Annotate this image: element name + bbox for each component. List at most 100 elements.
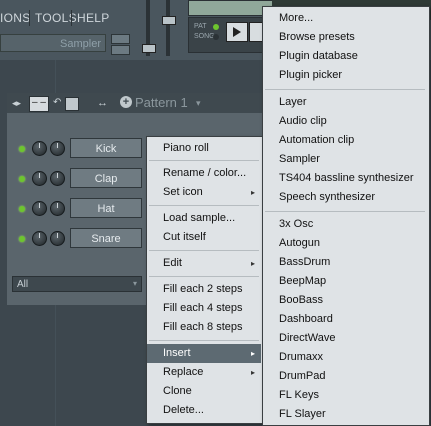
menu-item-automation-clip[interactable]: Automation clip — [263, 131, 427, 150]
submenu-arrow-icon: ▸ — [250, 349, 255, 358]
menu-item-label: DrumPad — [279, 370, 326, 382]
menu-item-label: Rename / color... — [163, 167, 247, 179]
channel-button[interactable]: Hat — [70, 198, 142, 218]
menu-item-label: Plugin picker — [279, 69, 342, 81]
chevron-down-icon[interactable]: ▾ — [196, 95, 201, 111]
pattern-selector[interactable]: Pattern 1 — [135, 95, 188, 111]
menu-item-fill-8-steps[interactable]: Fill each 8 steps — [147, 318, 261, 337]
channel-volume-knob[interactable] — [32, 201, 47, 216]
graph-editor-icon[interactable] — [65, 97, 79, 111]
menu-item-label: Delete... — [163, 404, 204, 416]
menu-item-fl-keys[interactable]: FL Keys — [263, 386, 427, 405]
menu-item-label: Layer — [279, 96, 307, 108]
menu-item-drumpad[interactable]: DrumPad — [263, 367, 427, 386]
menu-item-3x-osc[interactable]: 3x Osc — [263, 215, 427, 234]
menu-item-label: Load sample... — [163, 212, 236, 224]
menu-item-drumaxx[interactable]: Drumaxx — [263, 348, 427, 367]
channel-button[interactable]: Kick — [70, 138, 142, 158]
master-volume-slider[interactable] — [142, 44, 156, 53]
undo-icon[interactable]: ↶ — [53, 97, 63, 109]
hint-field: Sampler — [0, 34, 106, 52]
menu-item-fill-4-steps[interactable]: Fill each 4 steps — [147, 299, 261, 318]
menu-item-directwave[interactable]: DirectWave — [263, 329, 427, 348]
master-pitch-track — [166, 0, 170, 56]
menu-item-more[interactable]: More... — [263, 9, 427, 28]
menu-item-audio-clip[interactable]: Audio clip — [263, 112, 427, 131]
menu-item-beepmap[interactable]: BeepMap — [263, 272, 427, 291]
song-mode-label[interactable]: SONG — [194, 33, 215, 40]
channel-pan-knob[interactable] — [50, 201, 65, 216]
menu-item-label: BooBass — [279, 294, 324, 306]
menu-item-load-sample[interactable]: Load sample... — [147, 209, 261, 228]
menu-item-plugin-database[interactable]: Plugin database — [263, 47, 427, 66]
pat-mode-led[interactable] — [213, 24, 219, 30]
menu-item-autogun[interactable]: Autogun — [263, 234, 427, 253]
menu-item-bassdrum[interactable]: BassDrum — [263, 253, 427, 272]
chevron-down-icon[interactable]: ▾ — [133, 276, 137, 292]
menu-options[interactable]: IONS — [0, 8, 31, 28]
menu-item-layer[interactable]: Layer — [263, 93, 427, 112]
menu-item-clone[interactable]: Clone — [147, 382, 261, 401]
resize-arrows-icon[interactable]: ↔ — [97, 97, 111, 109]
song-mode-led[interactable] — [213, 34, 219, 40]
menu-item-label: Dashboard — [279, 313, 333, 325]
menu-item-fl-slayer[interactable]: FL Slayer — [263, 405, 427, 424]
add-pattern-icon[interactable]: + — [120, 96, 132, 108]
menu-item-label: Plugin database — [279, 50, 358, 62]
menu-item-label: Fill each 2 steps — [163, 283, 243, 295]
menu-help[interactable]: HELP — [77, 8, 110, 28]
fl-studio-window: IONS TOOLS HELP Sampler PAT SONG ◂▸ – – … — [0, 0, 431, 426]
mini-button[interactable] — [111, 45, 130, 55]
menu-item-label: More... — [279, 12, 314, 24]
menu-item-rename-color[interactable]: Rename / color... — [147, 164, 261, 183]
menu-item-boobass[interactable]: BooBass — [263, 291, 427, 310]
menu-item-label: Automation clip — [279, 134, 355, 146]
menu-item-replace[interactable]: Replace ▸ — [147, 363, 261, 382]
channel-pan-knob[interactable] — [50, 141, 65, 156]
menu-item-browse-presets[interactable]: Browse presets — [263, 28, 427, 47]
menu-item-plugin-picker[interactable]: Plugin picker — [263, 66, 427, 85]
menu-item-cut-itself[interactable]: Cut itself — [147, 228, 261, 247]
channel-volume-knob[interactable] — [32, 231, 47, 246]
menu-separator — [149, 250, 259, 251]
channel-enable-led[interactable] — [19, 146, 25, 152]
master-pitch-slider[interactable] — [162, 16, 176, 25]
pat-mode-label[interactable]: PAT — [194, 23, 207, 30]
menu-item-fill-2-steps[interactable]: Fill each 2 steps — [147, 280, 261, 299]
submenu-arrow-icon: ▸ — [250, 188, 255, 197]
menu-item-edit[interactable]: Edit ▸ — [147, 254, 261, 273]
rack-menu-arrow-icon[interactable]: ◂▸ — [12, 98, 22, 108]
channel-button[interactable]: Clap — [70, 168, 142, 188]
swing-button[interactable]: – – — [29, 96, 49, 112]
channel-volume-knob[interactable] — [32, 141, 47, 156]
menu-item-label: Insert — [163, 347, 191, 359]
play-button[interactable] — [226, 22, 248, 42]
channel-context-menu: Piano roll Rename / color... Set icon ▸ L… — [146, 136, 264, 424]
channel-volume-knob[interactable] — [32, 171, 47, 186]
menu-item-dashboard[interactable]: Dashboard — [263, 310, 427, 329]
channel-filter-select[interactable]: All — [12, 276, 142, 292]
menu-item-ts404[interactable]: TS404 bassline synthesizer — [263, 169, 427, 188]
menu-divider — [29, 10, 30, 26]
channel-pan-knob[interactable] — [50, 231, 65, 246]
menu-item-speech-synthesizer[interactable]: Speech synthesizer — [263, 188, 427, 207]
channel-enable-led[interactable] — [19, 236, 25, 242]
menu-item-label: Autogun — [279, 237, 320, 249]
channel-pan-knob[interactable] — [50, 171, 65, 186]
channel-enable-led[interactable] — [19, 206, 25, 212]
menu-item-piano-roll[interactable]: Piano roll — [147, 139, 261, 158]
menu-item-label: Clone — [163, 385, 192, 397]
menu-separator — [265, 89, 425, 90]
menu-separator — [149, 205, 259, 206]
menu-item-insert[interactable]: Insert ▸ — [147, 344, 261, 363]
menu-separator — [149, 160, 259, 161]
main-menu-bar: IONS TOOLS HELP — [0, 8, 110, 28]
menu-item-label: BeepMap — [279, 275, 327, 287]
channel-button[interactable]: Snare — [70, 228, 142, 248]
menu-separator — [265, 211, 425, 212]
menu-item-set-icon[interactable]: Set icon ▸ — [147, 183, 261, 202]
menu-item-sampler[interactable]: Sampler — [263, 150, 427, 169]
menu-item-delete[interactable]: Delete... — [147, 401, 261, 420]
mini-button[interactable] — [111, 34, 130, 44]
channel-enable-led[interactable] — [19, 176, 25, 182]
